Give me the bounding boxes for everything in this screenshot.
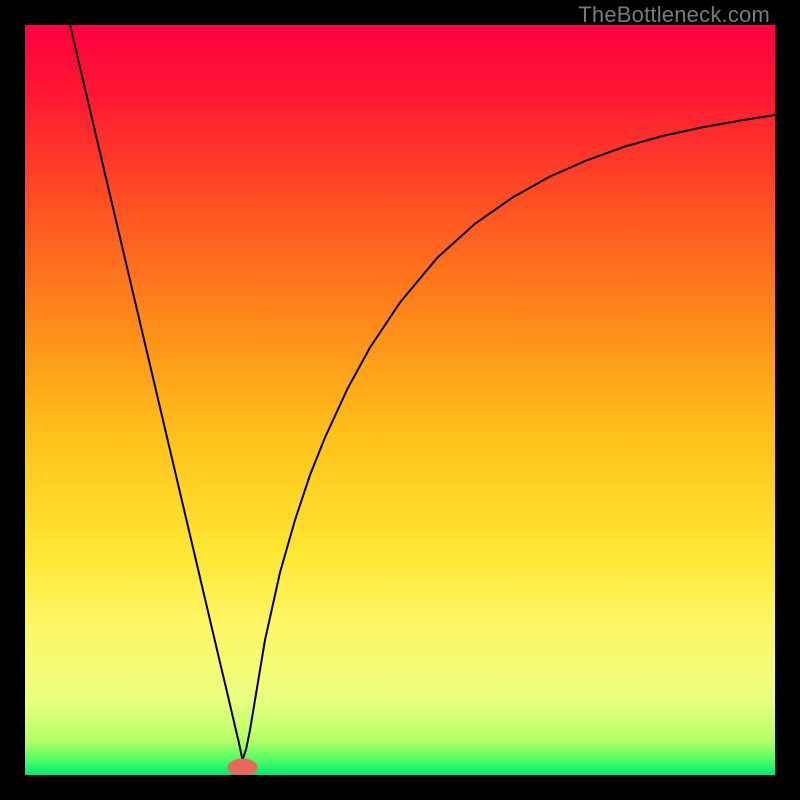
gradient-background [25,25,775,775]
watermark-text: TheBottleneck.com [578,2,770,28]
chart-frame [25,25,775,775]
bottleneck-chart [25,25,775,775]
